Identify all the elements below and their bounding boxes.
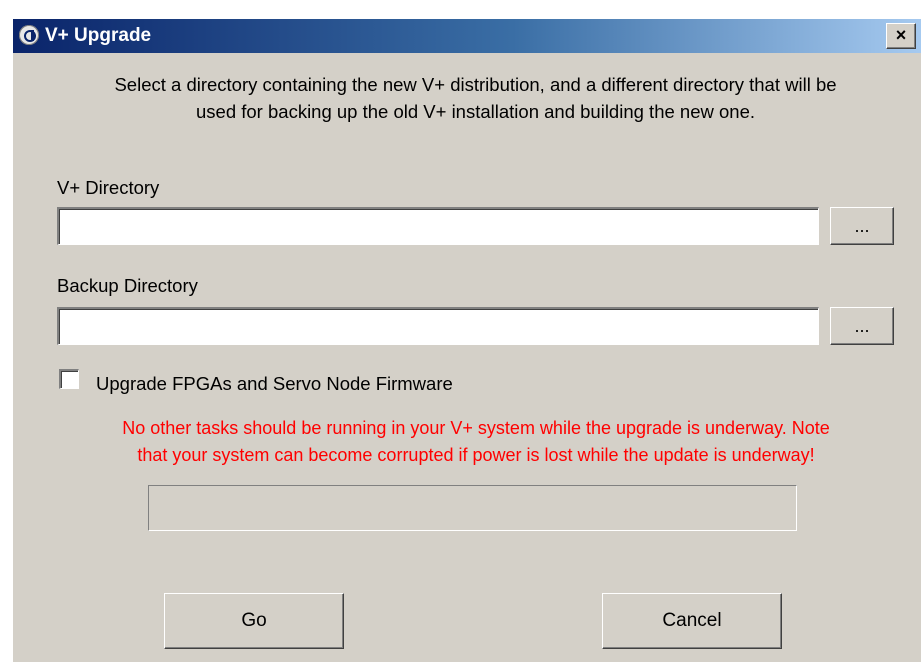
backup-directory-label: Backup Directory (57, 275, 198, 296)
upgrade-dialog: V+ Upgrade × Select a directory containi… (12, 18, 921, 662)
instructions-line-2: used for backing up the old V+ installat… (196, 101, 755, 122)
warning-line-1: No other tasks should be running in your… (122, 418, 830, 438)
upgrade-progress-bar (148, 485, 797, 531)
upgrade-firmware-label[interactable]: Upgrade FPGAs and Servo Node Firmware (96, 373, 453, 395)
adept-logo-icon (19, 25, 39, 45)
cancel-button[interactable]: Cancel (602, 593, 782, 649)
close-button[interactable]: × (886, 23, 916, 49)
go-button[interactable]: Go (164, 593, 344, 649)
instructions-text: Select a directory containing the new V+… (43, 71, 908, 125)
upgrade-firmware-checkbox[interactable] (59, 369, 79, 389)
instructions-line-1: Select a directory containing the new V+… (114, 74, 837, 95)
backup-directory-input[interactable] (57, 307, 819, 345)
vplus-directory-label: V+ Directory (57, 177, 160, 198)
window-title: V+ Upgrade (45, 25, 152, 46)
warning-line-2: that your system can become corrupted if… (137, 445, 815, 465)
vplus-directory-input[interactable] (57, 207, 819, 245)
warning-text: No other tasks should be running in your… (41, 415, 911, 469)
vplus-directory-browse-button[interactable]: ... (830, 207, 894, 245)
backup-directory-browse-button[interactable]: ... (830, 307, 894, 345)
title-bar[interactable]: V+ Upgrade × (13, 19, 921, 53)
